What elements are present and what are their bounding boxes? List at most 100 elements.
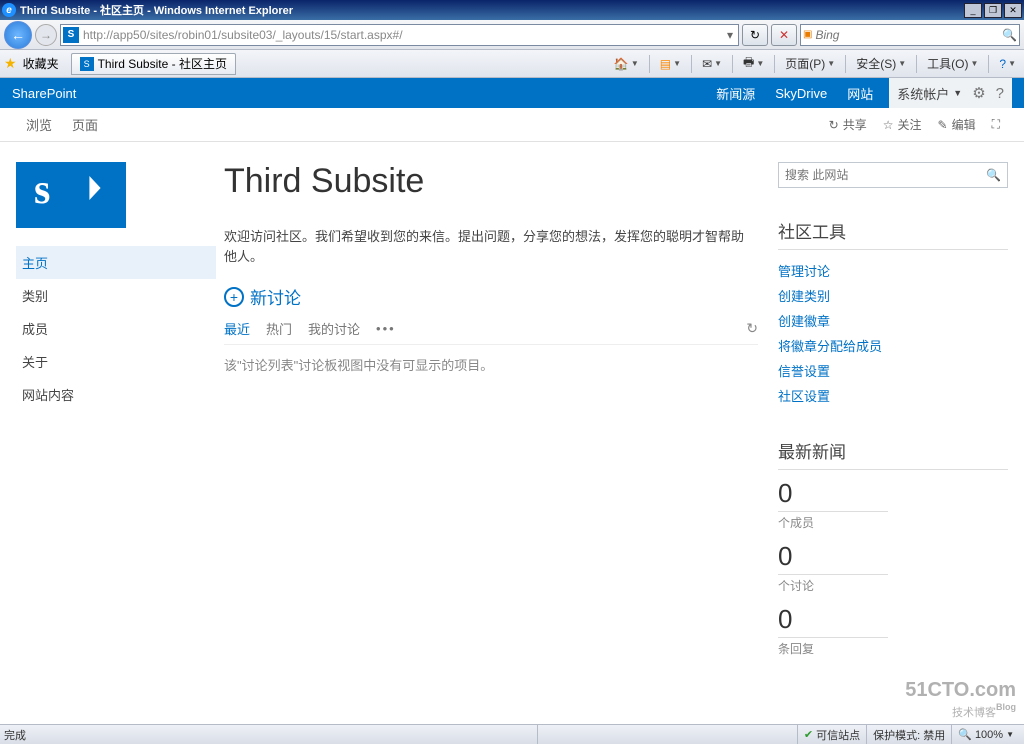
browser-search-input[interactable] (815, 28, 1002, 42)
help-icon: ? (999, 57, 1006, 71)
share-icon: ↻ (829, 118, 839, 132)
suite-link-skydrive[interactable]: SkyDrive (765, 86, 837, 101)
back-button[interactable]: ← (4, 21, 32, 49)
filter-hot[interactable]: 热门 (266, 319, 292, 338)
ribbon-tab-page[interactable]: 页面 (62, 109, 108, 140)
minimize-button[interactable]: _ (964, 3, 982, 18)
gear-icon[interactable]: ⚙ (972, 84, 985, 102)
right-column: 🔍 社区工具 管理讨论 创建类别 创建徽章 将徽章分配给成员 信誉设置 社区设置… (778, 152, 1008, 724)
help-button[interactable]: ?▼ (995, 57, 1020, 71)
site-search-input[interactable] (785, 168, 986, 182)
star-icon: ☆ (883, 118, 894, 132)
favorites-label[interactable]: 收藏夹 (23, 55, 59, 72)
edit-action[interactable]: ✎编辑 (930, 116, 984, 133)
tool-create-category[interactable]: 创建类别 (778, 283, 1008, 308)
content-area: 主页 类别 成员 关于 网站内容 Third Subsite 欢迎访问社区。我们… (0, 142, 1024, 724)
sharepoint-logo[interactable] (16, 162, 126, 228)
browser-navbar: ← → S ▾ ↻ ✕ ▣ 🔍 (0, 20, 1024, 50)
feeds-button[interactable]: ▤▼ (656, 57, 685, 71)
refresh-button[interactable]: ↻ (742, 24, 768, 46)
forward-button[interactable]: → (35, 24, 57, 46)
side-navigation: 主页 类别 成员 关于 网站内容 (16, 246, 216, 411)
follow-action[interactable]: ☆关注 (875, 116, 930, 133)
favorites-star-icon[interactable]: ★ (4, 55, 17, 72)
status-done: 完成 (4, 727, 26, 743)
refresh-icon[interactable]: ↻ (746, 320, 758, 337)
zoom-icon: 🔍 (958, 728, 972, 741)
status-protected: 保护模式: 禁用 (866, 725, 951, 744)
tool-assign-badges[interactable]: 将徽章分配给成员 (778, 333, 1008, 358)
close-button[interactable]: ✕ (1004, 3, 1022, 18)
search-icon[interactable]: 🔍 (1002, 28, 1017, 42)
bing-icon: ▣ (803, 29, 812, 40)
status-empty-seg (537, 725, 797, 744)
sidenav-contents[interactable]: 网站内容 (16, 378, 216, 411)
url-input[interactable] (83, 26, 724, 44)
focus-action[interactable]: ⛶ (984, 117, 1008, 132)
suite-help-icon[interactable]: ? (996, 85, 1004, 102)
page-title: Third Subsite (224, 162, 758, 201)
safety-menu[interactable]: 安全(S)▼ (852, 55, 910, 72)
pencil-icon: ✎ (938, 118, 948, 132)
window-title: Third Subsite - 社区主页 - Windows Internet … (20, 2, 964, 18)
stat-replies: 0 条回复 (778, 604, 1008, 657)
browser-tab[interactable]: S Third Subsite - 社区主页 (71, 53, 236, 75)
tool-create-badge[interactable]: 创建徽章 (778, 308, 1008, 333)
new-discussion-button[interactable]: + 新讨论 (224, 284, 758, 309)
community-tools-title: 社区工具 (778, 218, 1008, 250)
search-icon[interactable]: 🔍 (986, 168, 1001, 182)
ribbon-tab-browse[interactable]: 浏览 (16, 109, 62, 140)
filter-recent[interactable]: 最近 (224, 319, 250, 338)
stat-members: 0 个成员 (778, 478, 1008, 531)
site-icon: S (63, 27, 79, 43)
mail-icon: ✉ (702, 57, 712, 71)
ie-icon: e (2, 3, 16, 17)
browser-search-box[interactable]: ▣ 🔍 (800, 24, 1020, 46)
main-column: Third Subsite 欢迎访问社区。我们希望收到您的来信。提出问题，分享您… (216, 152, 778, 724)
share-action[interactable]: ↻共享 (821, 116, 875, 133)
account-menu[interactable]: 系统帐户 ▼ (897, 84, 962, 103)
address-bar[interactable]: S ▾ (60, 24, 739, 46)
home-icon: 🏠 (614, 57, 629, 71)
sidenav-home[interactable]: 主页 (16, 246, 216, 279)
tool-community-settings[interactable]: 社区设置 (778, 383, 1008, 408)
welcome-text: 欢迎访问社区。我们希望收到您的来信。提出问题，分享您的想法，发挥您的聪明才智帮助… (224, 227, 744, 266)
filter-more[interactable]: ••• (376, 321, 396, 336)
print-button[interactable]: 🖶▼ (739, 53, 768, 74)
status-trusted[interactable]: ✔可信站点 (797, 725, 866, 744)
zoom-control[interactable]: 🔍100%▼ (951, 725, 1020, 744)
tools-menu[interactable]: 工具(O)▼ (923, 55, 982, 72)
sharepoint-suitebar: SharePoint 新闻源 SkyDrive 网站 系统帐户 ▼ ⚙ ? (0, 78, 1024, 108)
page-menu[interactable]: 页面(P)▼ (781, 55, 839, 72)
empty-message: 该"讨论列表"讨论板视图中没有可显示的项目。 (224, 345, 758, 384)
discussion-filters: 最近 热门 我的讨论 ••• ↻ (224, 319, 758, 345)
tool-reputation-settings[interactable]: 信誉设置 (778, 358, 1008, 383)
maximize-button[interactable]: ❐ (984, 3, 1002, 18)
mail-button[interactable]: ✉▼ (698, 57, 726, 71)
sidenav-about[interactable]: 关于 (16, 345, 216, 378)
site-search-box[interactable]: 🔍 (778, 162, 1008, 188)
stop-button[interactable]: ✕ (771, 24, 797, 46)
news-title: 最新新闻 (778, 438, 1008, 470)
sidenav-categories[interactable]: 类别 (16, 279, 216, 312)
favorites-bar: ★ 收藏夹 S Third Subsite - 社区主页 🏠▼ ▤▼ ✉▼ 🖶▼… (0, 50, 1024, 78)
suite-link-newsfeed[interactable]: 新闻源 (706, 84, 765, 103)
url-dropdown-icon[interactable]: ▾ (724, 28, 736, 42)
rss-icon: ▤ (660, 57, 671, 71)
chevron-down-icon: ▼ (953, 88, 962, 98)
plus-circle-icon: + (224, 287, 244, 307)
stat-discussions: 0 个讨论 (778, 541, 1008, 594)
ribbon-row: 浏览 页面 ↻共享 ☆关注 ✎编辑 ⛶ (0, 108, 1024, 142)
check-icon: ✔ (804, 728, 813, 741)
browser-statusbar: 完成 ✔可信站点 保护模式: 禁用 🔍100%▼ (0, 724, 1024, 744)
home-button[interactable]: 🏠▼ (610, 57, 643, 71)
tool-manage-discussions[interactable]: 管理讨论 (778, 258, 1008, 283)
tab-favicon: S (80, 57, 94, 71)
filter-mine[interactable]: 我的讨论 (308, 319, 360, 338)
tab-title: Third Subsite - 社区主页 (98, 55, 227, 72)
community-tools-list: 管理讨论 创建类别 创建徽章 将徽章分配给成员 信誉设置 社区设置 (778, 258, 1008, 408)
sidenav-members[interactable]: 成员 (16, 312, 216, 345)
left-column: 主页 类别 成员 关于 网站内容 (16, 152, 216, 724)
print-icon: 🖶 (743, 53, 754, 74)
suite-link-sites[interactable]: 网站 (837, 84, 883, 103)
